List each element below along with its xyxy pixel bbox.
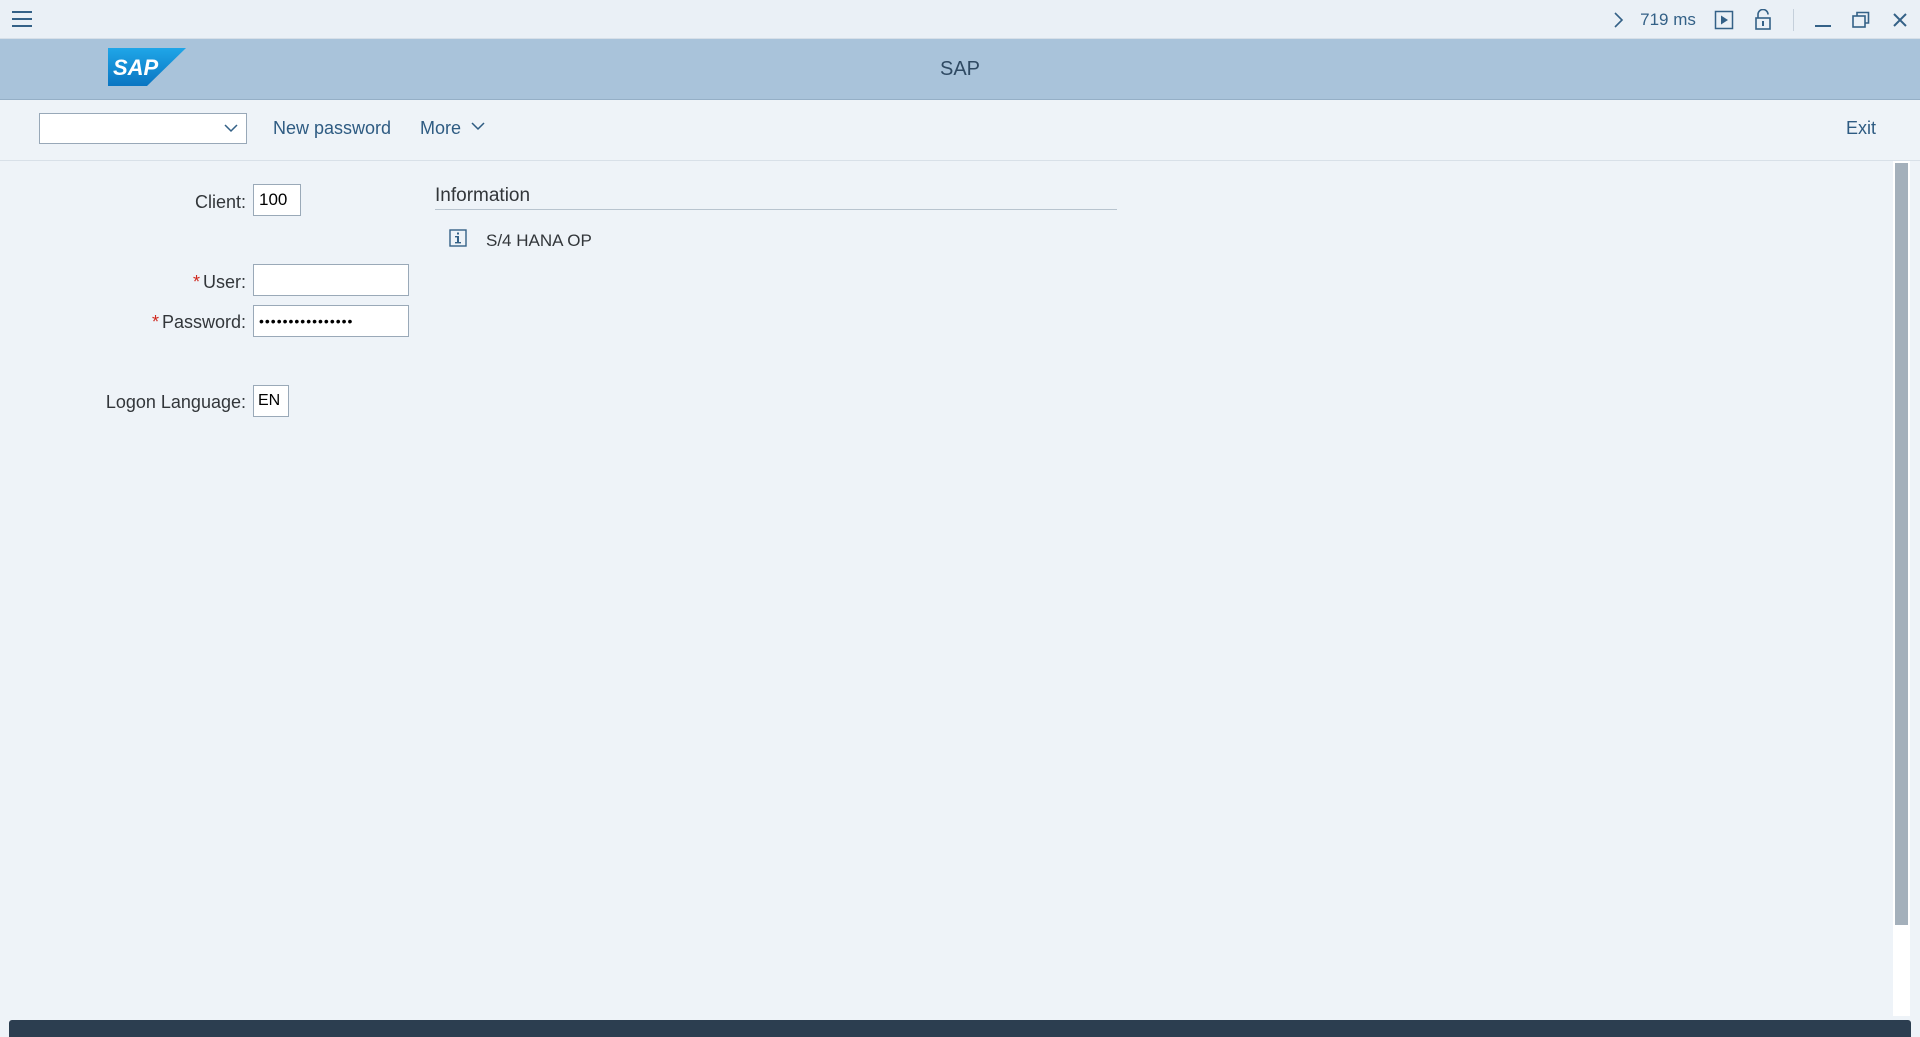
menu-icon[interactable] [10, 8, 34, 30]
exit-button[interactable]: Exit [1846, 118, 1876, 139]
more-menu-label: More [420, 118, 462, 138]
client-input[interactable]: 100 [253, 184, 301, 216]
title-bar: 719 ms [0, 0, 1920, 39]
user-label-text: User: [202, 272, 246, 292]
vertical-scrollbar[interactable] [1893, 161, 1910, 1016]
password-label: * Password: [106, 312, 246, 333]
close-icon[interactable] [1880, 0, 1920, 39]
minimize-icon[interactable] [1804, 0, 1842, 39]
restore-icon[interactable] [1842, 0, 1880, 39]
header-bar: SAP SAP [0, 39, 1920, 100]
new-password-button[interactable]: New password [273, 118, 391, 139]
info-icon [449, 229, 467, 247]
password-input[interactable]: •••••••••••••••• [253, 305, 409, 337]
user-label: * User: [146, 272, 246, 293]
unlock-icon[interactable] [1743, 0, 1783, 39]
required-marker: * [151, 312, 159, 332]
information-title: Information [435, 185, 531, 206]
title-bar-controls: 719 ms [1605, 0, 1920, 39]
play-icon[interactable] [1705, 0, 1743, 39]
logon-language-input[interactable]: EN [253, 385, 289, 417]
separator [1793, 8, 1794, 31]
required-marker: * [192, 272, 200, 292]
logon-language-label: Logon Language: [105, 392, 246, 412]
user-input[interactable] [253, 264, 409, 296]
status-bar [9, 1020, 1911, 1037]
command-field[interactable] [39, 113, 247, 144]
logon-form-area: Client: 100 * User: * Password: ••••••••••… [0, 161, 1893, 1021]
chevron-down-icon[interactable] [222, 119, 240, 137]
information-item-text: S/4 HANA OP [486, 231, 592, 250]
scrollbar-thumb[interactable] [1895, 163, 1908, 925]
chevron-right-icon[interactable] [1605, 0, 1631, 39]
toolbar: New password More Exit [0, 100, 1920, 161]
more-menu-button[interactable]: More [420, 118, 486, 139]
response-time: 719 ms [1640, 9, 1696, 29]
chevron-down-icon [471, 122, 485, 131]
client-label: Client: [194, 192, 246, 212]
information-divider [435, 209, 1117, 210]
page-title: SAP [939, 58, 981, 80]
password-label-text: Password: [161, 312, 246, 332]
